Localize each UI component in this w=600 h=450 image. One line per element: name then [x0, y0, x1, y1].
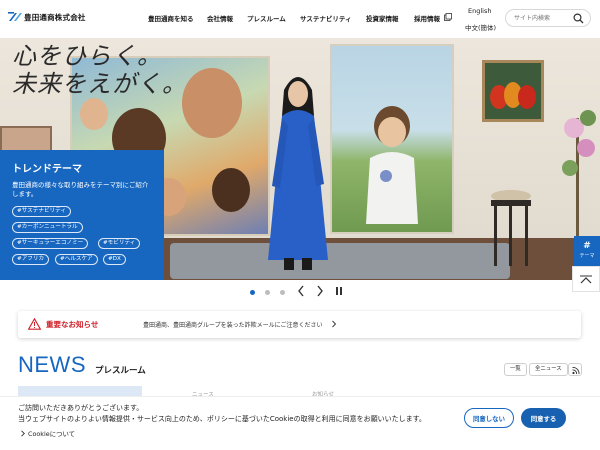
- boy-figure: [366, 106, 418, 224]
- hero-painting-peppers: [482, 60, 544, 122]
- cookie-accept-button[interactable]: 同意する: [521, 408, 566, 428]
- side-theme-tab[interactable]: # テーマ: [574, 236, 600, 266]
- news-list-button[interactable]: 一覧: [504, 363, 527, 376]
- external-link-icon: [444, 13, 452, 21]
- slide-dot-3[interactable]: [280, 290, 285, 295]
- warning-icon: [28, 318, 41, 330]
- nav-item-company[interactable]: 会社情報: [207, 13, 233, 23]
- chevron-up-icon: [580, 275, 592, 284]
- cookie-policy-link-label: Cookieについて: [28, 430, 76, 438]
- cookie-text-line2: 当ウェブサイトのよりよい情報提供・サービス向上のため、ポリシーに基づいたCook…: [18, 415, 426, 423]
- tag-africa[interactable]: #アフリカ: [12, 254, 50, 265]
- search-input[interactable]: [514, 13, 574, 24]
- hash-icon: #: [583, 241, 591, 251]
- cookie-policy-link[interactable]: Cookieについて: [20, 429, 75, 438]
- toyota-tsusho-logo-icon: [8, 12, 22, 21]
- company-logo[interactable]: 豊田通商株式会社: [8, 11, 86, 23]
- tag-circular-economy[interactable]: #サーキュラーエコノミー: [12, 238, 89, 249]
- tag-sustainability[interactable]: #サステナビリティ: [12, 206, 71, 217]
- nav-item-investors[interactable]: 投資家情報: [366, 13, 399, 23]
- tag-mobility[interactable]: #モビリティ: [98, 238, 141, 249]
- hero-tagline: 心をひらく。 未来をえがく。: [12, 42, 187, 98]
- important-notice-bar[interactable]: 重要なお知らせ 豊田通商、豊田通商グループを装った詐欺メールにご注意ください: [18, 311, 581, 338]
- tag-carbon-neutral[interactable]: #カーボンニュートラル: [12, 222, 83, 233]
- nav-item-sustainability[interactable]: サステナビリティ: [300, 13, 351, 23]
- news-all-button[interactable]: 全ニュース: [529, 363, 568, 376]
- trend-title[interactable]: トレンドテーマ: [12, 160, 152, 175]
- alert-message[interactable]: 豊田通商、豊田通商グループを装った詐欺メールにご注意ください: [143, 320, 323, 329]
- hero-tagline-line1: 心をひらく。: [12, 42, 162, 70]
- slide-dot-1[interactable]: [250, 290, 255, 295]
- rss-icon: [572, 367, 580, 375]
- chevron-right-small-icon: [332, 320, 337, 328]
- hero-woman-figure: [268, 77, 328, 270]
- site-search: [505, 9, 591, 27]
- lang-english-link[interactable]: English: [468, 7, 491, 15]
- trend-tags: #サステナビリティ #カーボンニュートラル #サーキュラーエコノミー #モビリテ…: [12, 206, 152, 266]
- news-title-en: NEWS: [18, 352, 86, 377]
- hero-plant: [562, 110, 596, 238]
- hero-rug: [170, 243, 510, 279]
- trend-theme-card: トレンドテーマ 豊田通商の様々な取り組みをテーマ別にご紹介します。 #サステナビ…: [0, 150, 164, 280]
- cookie-consent-banner: ご訪問いただきありがとうございます。 当ウェブサイトのよりよい情報提供・サービス…: [0, 396, 600, 450]
- news-title-ja: プレスルーム: [95, 366, 146, 376]
- pause-icon[interactable]: [334, 284, 344, 298]
- rss-button[interactable]: [568, 363, 582, 376]
- logo-text: 豊田通商株式会社: [24, 12, 86, 22]
- chevron-left-icon[interactable]: [296, 284, 306, 298]
- tag-healthcare[interactable]: #ヘルスケア: [55, 254, 98, 265]
- trend-description: 豊田通商の様々な取り組みをテーマ別にご紹介します。: [12, 181, 149, 198]
- cookie-decline-button[interactable]: 同意しない: [464, 408, 514, 428]
- chevron-right-icon: [21, 430, 25, 437]
- site-header: 豊田通商株式会社 豊田通商を知る 会社情報 プレスルーム サステナビリティ 投資…: [0, 0, 600, 38]
- chevron-right-icon[interactable]: [315, 284, 325, 298]
- back-to-top-button[interactable]: [572, 266, 600, 292]
- lang-chinese-link[interactable]: 中文(簡体): [465, 22, 496, 32]
- side-theme-label: テーマ: [579, 253, 595, 259]
- search-icon[interactable]: [573, 13, 584, 24]
- nav-item-pressroom[interactable]: プレスルーム: [247, 13, 286, 23]
- hero-tagline-line2: 未来をえがく。: [12, 70, 187, 98]
- tag-dx[interactable]: #DX: [103, 254, 126, 265]
- slide-dot-2[interactable]: [265, 290, 270, 295]
- alert-title: 重要なお知らせ: [46, 320, 99, 329]
- nav-item-about[interactable]: 豊田通商を知る: [148, 13, 194, 23]
- nav-item-recruit[interactable]: 採用情報: [414, 13, 440, 23]
- hero-stool: [491, 190, 531, 266]
- cookie-text-line1: ご訪問いただきありがとうございます。: [18, 404, 144, 412]
